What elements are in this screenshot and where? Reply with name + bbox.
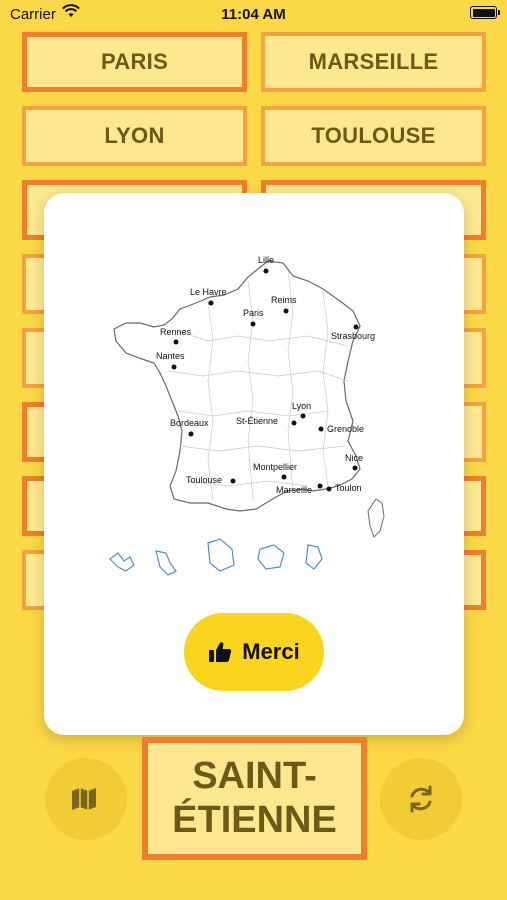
city-label: Toulon [335,483,362,493]
merci-button[interactable]: Merci [184,613,324,691]
choice-button[interactable]: PARIS [22,32,247,92]
refresh-icon [410,785,432,813]
choice-button[interactable]: LYON [22,106,247,166]
city-label: Nice [345,453,363,463]
choice-button[interactable]: TOULOUSE [261,106,486,166]
city-label: Montpellier [253,462,297,472]
merci-label: Merci [242,639,300,664]
target-word-line1: SAINT- [192,754,317,797]
map-button[interactable] [45,758,127,840]
city-label: Paris [243,308,264,318]
clock: 11:04 AM [221,6,286,23]
city-label: Strasbourg [331,331,375,341]
france-map: Lille Le Havre Reims Paris Strasbourg Re… [109,255,385,576]
map-popup: Lille Le Havre Reims Paris Strasbourg Re… [44,193,464,735]
thumbs-up-icon [209,642,232,662]
target-word-line2: ÉTIENNE [172,798,337,841]
target-word-card: SAINT- ÉTIENNE [142,737,367,860]
map-icon [72,788,96,810]
city-label: Lyon [292,401,311,411]
battery-icon [470,6,500,19]
refresh-button[interactable] [380,758,462,840]
city-label: St-Étienne [236,416,278,426]
city-label: Grenoble [327,424,364,434]
city-label: Reims [271,295,297,305]
status-bar: Carrier 11:04 AM [0,0,507,28]
city-label: Rennes [160,327,192,337]
city-label: Bordeaux [170,418,209,428]
city-label: Marseille [276,485,312,495]
city-label: Le Havre [190,287,227,297]
city-label: Lille [258,255,274,265]
city-label: Nantes [156,351,185,361]
city-label: Toulouse [186,475,222,485]
choice-button[interactable]: MARSEILLE [261,32,486,92]
